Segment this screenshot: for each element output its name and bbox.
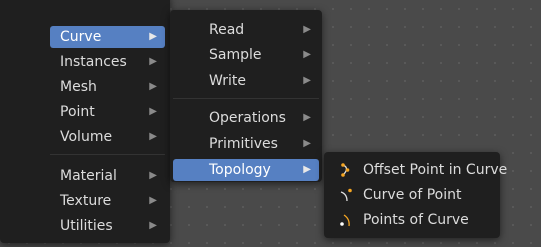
- menu-item-material[interactable]: Material ▶: [50, 165, 165, 187]
- menu-item-label: Material: [60, 168, 117, 184]
- menu-item-label: Points of Curve: [363, 212, 469, 228]
- menu-item-label: Mesh: [60, 79, 97, 95]
- submenu-arrow-icon: ▶: [303, 49, 311, 60]
- menu-item-mesh[interactable]: Mesh ▶: [50, 76, 165, 98]
- menu-item-primitives[interactable]: Primitives ▶: [173, 133, 319, 155]
- menu-item-utilities[interactable]: Utilities ▶: [50, 215, 165, 237]
- menu-item-points-of-curve[interactable]: Points of Curve: [327, 209, 497, 231]
- menu-item-instances[interactable]: Instances ▶: [50, 51, 165, 73]
- menu-item-label: Read: [209, 22, 245, 38]
- submenu-arrow-icon: ▶: [149, 106, 157, 117]
- menu-separator: [50, 154, 165, 155]
- menu-item-curve[interactable]: Curve ▶: [50, 26, 165, 48]
- submenu-arrow-icon: ▶: [149, 195, 157, 206]
- add-node-menu: Curve ▶ Instances ▶ Mesh ▶ Point ▶ Volum…: [0, 0, 170, 243]
- menu-item-curve-of-point[interactable]: Curve of Point: [327, 184, 497, 206]
- submenu-arrow-icon: ▶: [303, 75, 311, 86]
- menu-separator: [173, 98, 319, 99]
- menu-item-label: Operations: [209, 110, 286, 126]
- menu-item-label: Point: [60, 104, 95, 120]
- menu-item-label: Curve of Point: [363, 187, 462, 203]
- submenu-arrow-icon: ▶: [149, 220, 157, 231]
- menu-item-label: Instances: [60, 54, 127, 70]
- menu-item-volume[interactable]: Volume ▶: [50, 126, 165, 148]
- menu-item-label: Volume: [60, 129, 113, 145]
- points-of-curve-icon: [340, 214, 350, 227]
- menu-item-label: Primitives: [209, 136, 278, 152]
- submenu-arrow-icon: ▶: [303, 138, 311, 149]
- submenu-arrow-icon: ▶: [149, 31, 157, 42]
- submenu-arrow-icon: ▶: [303, 112, 311, 123]
- offset-point-curve-icon: [341, 163, 350, 177]
- menu-item-sample[interactable]: Sample ▶: [173, 44, 319, 66]
- menu-item-offset-point-in-curve[interactable]: Offset Point in Curve: [327, 159, 507, 181]
- menu-item-read[interactable]: Read ▶: [173, 19, 319, 41]
- submenu-arrow-icon: ▶: [149, 131, 157, 142]
- curve-submenu: Read ▶ Sample ▶ Write ▶ Operations ▶ Pri…: [170, 10, 322, 182]
- submenu-arrow-icon: ▶: [149, 56, 157, 67]
- curve-of-point-icon: [340, 188, 352, 202]
- menu-item-label: Topology: [209, 162, 271, 178]
- menu-item-write[interactable]: Write ▶: [173, 70, 319, 92]
- submenu-arrow-icon: ▶: [303, 164, 311, 175]
- menu-item-label: Write: [209, 73, 246, 89]
- menu-item-label: Sample: [209, 47, 262, 63]
- topology-submenu: Offset Point in Curve Curve of Point Poi…: [324, 152, 507, 238]
- menu-item-texture[interactable]: Texture ▶: [50, 190, 165, 212]
- menu-item-label: Texture: [60, 193, 112, 209]
- submenu-arrow-icon: ▶: [149, 170, 157, 181]
- menu-item-point[interactable]: Point ▶: [50, 101, 165, 123]
- menu-item-label: Utilities: [60, 218, 113, 234]
- menu-item-topology[interactable]: Topology ▶: [173, 159, 319, 181]
- menu-item-label: Offset Point in Curve: [363, 162, 508, 178]
- submenu-arrow-icon: ▶: [149, 81, 157, 92]
- menu-item-label: Curve: [60, 29, 102, 45]
- submenu-arrow-icon: ▶: [303, 24, 311, 35]
- menu-item-operations[interactable]: Operations ▶: [173, 107, 319, 129]
